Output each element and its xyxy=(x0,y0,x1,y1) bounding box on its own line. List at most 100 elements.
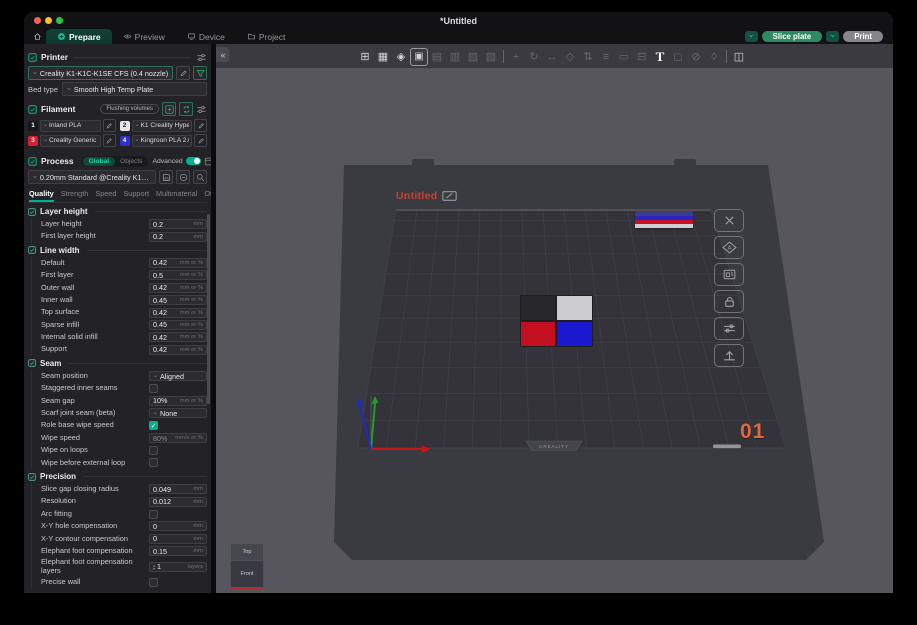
filament-select[interactable]: Inland PLA xyxy=(40,119,101,132)
setting-input[interactable]: 0.45 mm or % xyxy=(149,319,207,330)
edit-printer-icon[interactable] xyxy=(176,66,190,80)
plate-edit-icon[interactable] xyxy=(442,190,458,202)
setting-label: Staggered inner seams xyxy=(41,383,118,393)
section-header[interactable]: Layer height xyxy=(28,205,207,218)
slice-options-dropdown[interactable] xyxy=(744,31,758,42)
view-cube-front-face[interactable]: Front xyxy=(230,560,264,589)
plate-objects[interactable] xyxy=(520,295,593,347)
settings-tab-others[interactable]: Others xyxy=(204,189,211,202)
printer-preset-select[interactable]: Creality K1-K1C-K1SE CFS (0.4 nozzle) xyxy=(28,66,173,80)
delete-plate-button[interactable] xyxy=(714,209,744,232)
setting-checkbox[interactable] xyxy=(149,578,158,588)
plate-settings-button[interactable] xyxy=(714,317,744,340)
setting-input[interactable]: 0.42 mm or % xyxy=(149,332,207,343)
setting-input[interactable]: 0.42 mm or % xyxy=(149,257,207,268)
filament-color-chip[interactable]: 2 xyxy=(119,120,130,131)
filament-select[interactable]: K1 Creality Hyper ... xyxy=(131,119,192,132)
section-rule xyxy=(86,249,207,251)
add-filament-icon[interactable] xyxy=(162,102,176,116)
bed-type-select[interactable]: Smooth High Temp Plate xyxy=(61,82,207,96)
filament-select[interactable]: Kingroon PLA 2.0 xyxy=(131,134,192,147)
spinner-arrows-icon[interactable]: ▴ ▾ xyxy=(153,563,155,570)
view-cube-top-face[interactable]: Top xyxy=(230,543,264,560)
section-header[interactable]: Seam xyxy=(28,357,207,370)
edit-filament-icon[interactable] xyxy=(194,134,207,147)
black-cube[interactable] xyxy=(520,295,556,321)
home-button[interactable] xyxy=(29,29,46,44)
objects-window-icon[interactable] xyxy=(204,156,211,166)
setting-select[interactable]: None xyxy=(149,408,207,419)
arrange-plate-icon xyxy=(722,268,737,281)
setting-checkbox[interactable] xyxy=(149,445,158,455)
scope-objects[interactable]: Objects xyxy=(115,157,147,166)
setting-input[interactable]: 0.42 mm or % xyxy=(149,282,207,293)
lock-plate-button[interactable] xyxy=(714,290,744,313)
settings-tab-speed[interactable]: Speed xyxy=(95,189,116,202)
sync-filament-icon[interactable] xyxy=(179,102,193,116)
setting-input[interactable]: 0 mm xyxy=(149,533,207,544)
setting-input[interactable]: 0.42 mm or % xyxy=(149,344,207,355)
setting-checkbox[interactable] xyxy=(149,383,158,393)
tab-project[interactable]: Project xyxy=(236,29,296,44)
printer-settings-icon[interactable] xyxy=(196,52,207,63)
setting-input[interactable]: 0.5 mm or % xyxy=(149,270,207,281)
setting-input[interactable]: 0.049 mm xyxy=(149,484,207,495)
setting-checkbox[interactable] xyxy=(149,509,158,519)
tab-device[interactable]: Device xyxy=(176,29,236,44)
setting-input[interactable]: 0.2 mm xyxy=(149,219,207,230)
arrange-plate-button[interactable] xyxy=(714,263,744,286)
process-preset-select[interactable]: 0.20mm Standard @Creality K1Max (0.4 ... xyxy=(28,170,156,184)
red-cube[interactable] xyxy=(520,321,556,347)
filament-settings-icon[interactable] xyxy=(196,104,207,115)
plate-name-button[interactable] xyxy=(714,344,744,367)
filament-color-chip[interactable]: 4 xyxy=(119,135,130,146)
setting-checkbox[interactable] xyxy=(149,458,158,468)
search-settings-icon[interactable] xyxy=(193,170,207,184)
settings-tab-multimaterial[interactable]: Multimaterial xyxy=(156,189,197,202)
viewport-3d[interactable]: ⊞▦◈▣▤▥▧▨+↻↔◇⇅≡▭⊟T◻⊘◊◫ CREALITY Untitled … xyxy=(216,44,893,593)
filament-select[interactable]: Creality Generic ... xyxy=(40,134,101,147)
settings-tab-support[interactable]: Support xyxy=(123,189,149,202)
setting-input[interactable]: 0.012 mm xyxy=(149,496,207,507)
setting-checkbox[interactable]: ✓ xyxy=(149,421,158,431)
edit-filament-icon[interactable] xyxy=(102,134,116,147)
setting-input[interactable]: 0.42 mm or % xyxy=(149,307,207,318)
slice-plate-button[interactable]: Slice plate xyxy=(761,31,823,42)
setting-spinner[interactable]: ▴ ▾ 1 layers xyxy=(149,561,207,572)
advanced-toggle[interactable] xyxy=(185,157,201,165)
auto-orient-plate-button[interactable]: A xyxy=(714,236,744,259)
setting-select[interactable]: Aligned xyxy=(149,371,207,382)
setting-input[interactable]: 0.2 mm xyxy=(149,231,207,242)
filter-nozzle-icon[interactable] xyxy=(193,66,207,80)
edit-filament-icon[interactable] xyxy=(102,119,116,132)
filament-color-chip[interactable]: 1 xyxy=(28,120,38,131)
white-cube[interactable] xyxy=(556,295,593,321)
setting-input[interactable]: 0 mm xyxy=(149,521,207,532)
sidebar-scrollbar[interactable] xyxy=(207,214,210,404)
scope-global[interactable]: Global xyxy=(82,156,116,166)
section-header[interactable]: Line width xyxy=(28,244,207,257)
view-cube[interactable]: Top Front xyxy=(230,543,264,589)
setting-input[interactable]: 10% mm or % xyxy=(149,395,207,406)
print-options-dropdown[interactable] xyxy=(826,31,840,42)
minimize-window-button[interactable] xyxy=(45,17,52,24)
edit-filament-icon[interactable] xyxy=(194,119,207,132)
filament-color-chip[interactable]: 3 xyxy=(28,135,38,146)
remove-preset-icon[interactable] xyxy=(176,170,190,184)
tab-preview[interactable]: Preview xyxy=(112,29,176,44)
section-header[interactable]: Precision xyxy=(28,470,207,483)
settings-tab-strength[interactable]: Strength xyxy=(61,189,89,202)
plate-label[interactable]: Untitled xyxy=(396,190,458,202)
settings-tab-quality[interactable]: Quality xyxy=(29,189,54,202)
tab-prepare[interactable]: Prepare xyxy=(46,29,112,44)
print-button[interactable]: Print xyxy=(843,31,883,42)
flushing-volumes-button[interactable]: Flushing volumes xyxy=(100,104,159,114)
blue-cube[interactable] xyxy=(556,321,593,347)
close-window-button[interactable] xyxy=(34,17,41,24)
maximize-window-button[interactable] xyxy=(56,17,63,24)
setting-input[interactable]: 0.15 mm xyxy=(149,546,207,557)
plate-name[interactable]: Untitled xyxy=(396,190,437,202)
setting-input[interactable]: 80% mm/s or % xyxy=(149,433,207,444)
save-preset-icon[interactable] xyxy=(159,170,173,184)
setting-input[interactable]: 0.45 mm or % xyxy=(149,295,207,306)
